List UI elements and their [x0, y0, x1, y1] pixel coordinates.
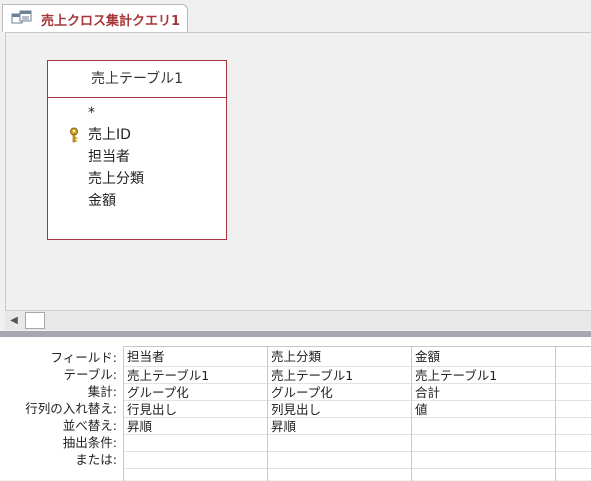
field-list-item[interactable]: 売上ID — [48, 124, 226, 146]
horizontal-scrollbar[interactable]: ◀ — [5, 310, 591, 330]
grid-cell-field[interactable]: 担当者 — [124, 347, 267, 367]
design-grid[interactable]: 担当者 売上テーブル1 グループ化 行見出し 昇順 売上分類 売上テーブル1 グ… — [123, 346, 591, 481]
query-design-pane[interactable]: 売上テーブル1 * 売上ID 担当者 売上分類 金額 — [5, 32, 591, 310]
design-grid-pane: フィールド: テーブル: 集計: 行列の入れ替え: 並べ替え: 抽出条件: また… — [0, 337, 591, 481]
field-list-table[interactable]: 売上テーブル1 * 売上ID 担当者 売上分類 金額 — [47, 60, 227, 240]
grid-cell-field[interactable]: 売上分類 — [268, 347, 411, 367]
row-label-criteria: 抽出条件: — [62, 435, 117, 450]
grid-cell-criteria[interactable] — [556, 435, 591, 452]
grid-column-1[interactable]: 担当者 売上テーブル1 グループ化 行見出し 昇順 — [124, 347, 268, 481]
row-label-total: 集計: — [87, 384, 117, 399]
query-icon — [11, 10, 32, 24]
grid-column-2[interactable]: 売上分類 売上テーブル1 グループ化 列見出し 昇順 — [268, 347, 412, 481]
field-list-item[interactable]: 売上分類 — [48, 168, 226, 190]
grid-cell-field[interactable] — [556, 347, 591, 367]
grid-cell-table[interactable]: 売上テーブル1 — [268, 367, 411, 384]
grid-column-4[interactable] — [556, 347, 591, 481]
document-tab-bar: 売上クロス集計クエリ1 — [0, 0, 591, 32]
grid-column-3[interactable]: 金額 売上テーブル1 合計 値 — [412, 347, 556, 481]
query-tab[interactable]: 売上クロス集計クエリ1 — [2, 4, 188, 32]
grid-cell-sort[interactable]: 昇順 — [268, 418, 411, 435]
grid-cell-crosstab[interactable]: 行見出し — [124, 401, 267, 418]
tab-title: 売上クロス集計クエリ1 — [41, 14, 181, 29]
row-label-table: テーブル: — [63, 367, 117, 382]
grid-cell-crosstab[interactable]: 値 — [412, 401, 555, 418]
grid-cell-or[interactable] — [268, 452, 411, 469]
row-label-sort: 並べ替え: — [62, 418, 117, 433]
row-label-or: または: — [75, 452, 117, 467]
scroll-left-arrow-icon[interactable]: ◀ — [5, 312, 23, 329]
grid-cell-sort[interactable]: 昇順 — [124, 418, 267, 435]
field-list-item[interactable]: 担当者 — [48, 146, 226, 168]
grid-cell-table[interactable]: 売上テーブル1 — [124, 367, 267, 384]
primary-key-icon — [70, 127, 78, 143]
grid-cell-criteria[interactable] — [412, 435, 555, 452]
field-list-title[interactable]: 売上テーブル1 — [48, 61, 226, 98]
grid-cell-crosstab[interactable]: 列見出し — [268, 401, 411, 418]
grid-cell-sort[interactable] — [412, 418, 555, 435]
grid-cell-crosstab[interactable] — [556, 401, 591, 418]
grid-cell-total[interactable]: 合計 — [412, 384, 555, 401]
grid-cell-table[interactable] — [556, 367, 591, 384]
grid-cell-table[interactable]: 売上テーブル1 — [412, 367, 555, 384]
scroll-thumb[interactable] — [25, 312, 45, 329]
grid-cell-sort[interactable] — [556, 418, 591, 435]
grid-cell-or[interactable] — [556, 452, 591, 469]
grid-cell-total[interactable]: グループ化 — [268, 384, 411, 401]
row-label-crosstab: 行列の入れ替え: — [25, 401, 117, 416]
grid-cell-total[interactable] — [556, 384, 591, 401]
grid-cell-or[interactable] — [124, 452, 267, 469]
grid-cell-total[interactable]: グループ化 — [124, 384, 267, 401]
grid-cell-or[interactable] — [412, 452, 555, 469]
grid-cell-criteria[interactable] — [124, 435, 267, 452]
field-list-item[interactable]: * — [48, 102, 226, 124]
field-list-item[interactable]: 金額 — [48, 190, 226, 212]
row-label-field: フィールド: — [50, 350, 117, 365]
grid-cell-criteria[interactable] — [268, 435, 411, 452]
grid-cell-field[interactable]: 金額 — [412, 347, 555, 367]
design-grid-row-labels: フィールド: テーブル: 集計: 行列の入れ替え: 並べ替え: 抽出条件: また… — [0, 349, 120, 468]
